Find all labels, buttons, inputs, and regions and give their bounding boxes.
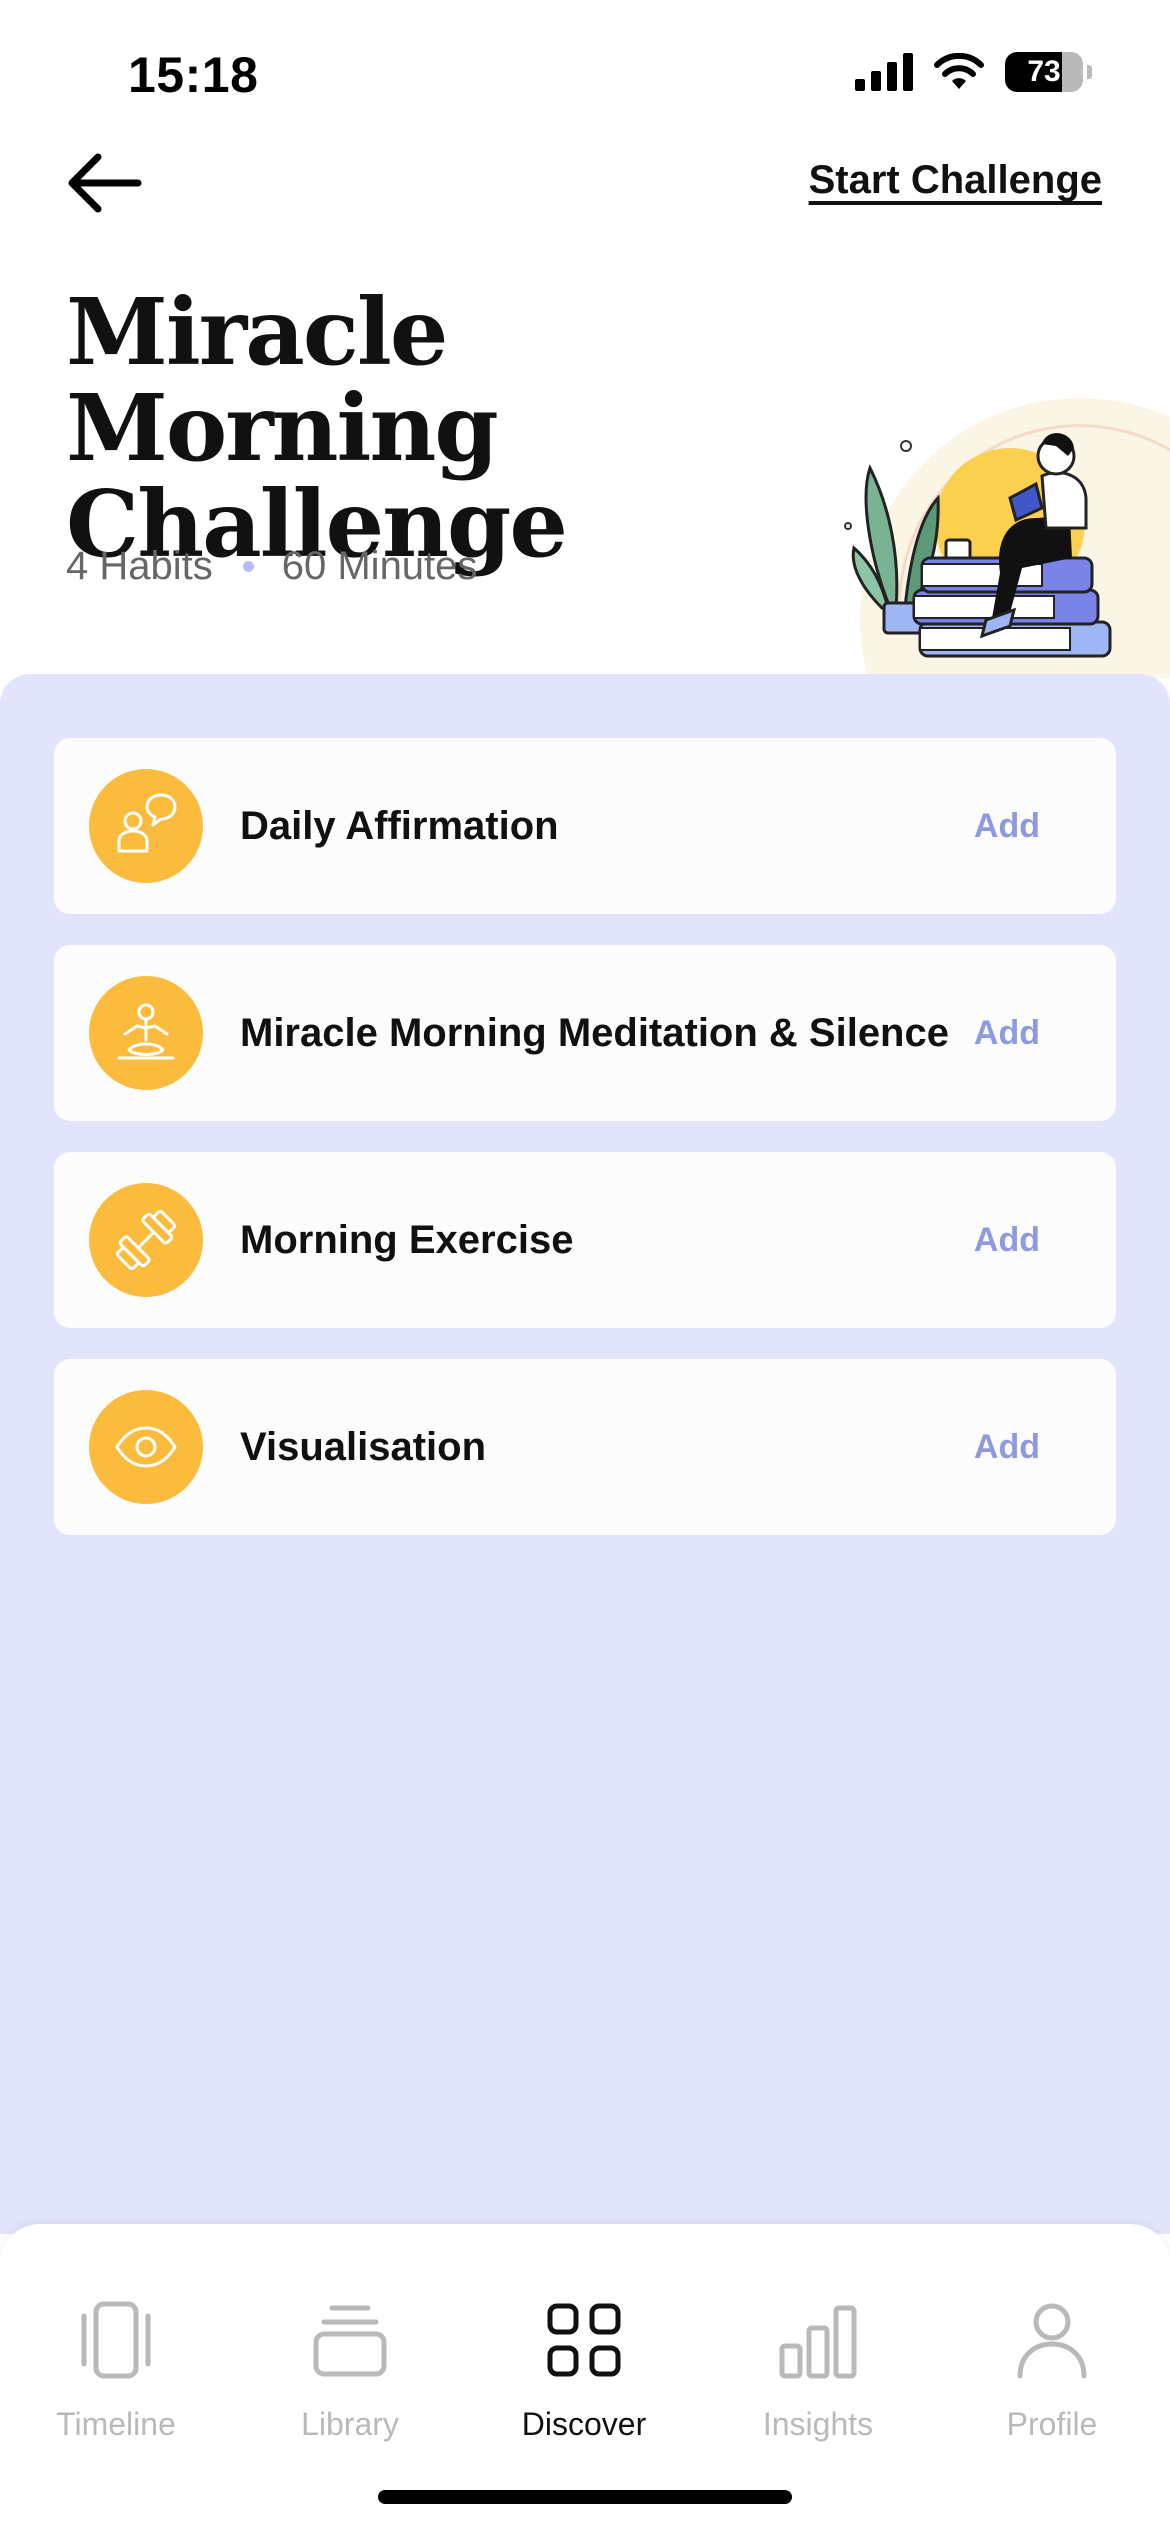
library-icon (313, 2305, 387, 2377)
dumbbell-icon (89, 1183, 203, 1297)
tab-library[interactable]: Library (250, 2224, 450, 2454)
person-icon (1017, 2303, 1087, 2379)
habit-card[interactable]: Miracle Morning Meditation & Silence Add (54, 945, 1116, 1121)
status-bar: 15:18 73 (0, 0, 1170, 150)
meta-separator-dot (242, 561, 254, 572)
status-icons: 73 (855, 52, 1092, 92)
wifi-icon (934, 53, 984, 89)
affirmation-icon (89, 769, 203, 883)
battery-level: 73 (1027, 55, 1061, 88)
habit-name: Visualisation (240, 1424, 487, 1469)
start-challenge-link[interactable]: Start Challenge (809, 158, 1102, 203)
page-title: Miracle Morning Challenge (66, 278, 568, 578)
habits-count: 4 Habits (66, 544, 213, 588)
duration: 60 Minutes (281, 544, 478, 588)
habit-card[interactable]: Visualisation Add (54, 1359, 1116, 1535)
tab-label: Profile (1006, 2406, 1098, 2442)
habit-name: Miracle Morning Meditation & Silence (240, 1010, 949, 1055)
add-button[interactable]: Add (974, 1359, 1040, 1535)
tab-discover[interactable]: Discover (484, 2224, 684, 2454)
tab-label: Discover (521, 2406, 647, 2442)
meditation-icon (89, 976, 203, 1090)
habit-list: Daily Affirmation Add Miracle Morning Me… (54, 738, 1116, 1566)
arrow-left-icon (68, 153, 142, 213)
discover-grid-icon (547, 2303, 621, 2377)
tab-label: Library (301, 2406, 399, 2442)
tab-label: Timeline (56, 2406, 176, 2442)
habit-card[interactable]: Daily Affirmation Add (54, 738, 1116, 914)
habit-name: Daily Affirmation (240, 803, 559, 848)
add-button[interactable]: Add (974, 1152, 1040, 1328)
tab-label: Insights (762, 2406, 874, 2442)
add-button[interactable]: Add (974, 945, 1040, 1121)
challenge-meta: 4 Habits 60 Minutes (66, 544, 477, 589)
add-button[interactable]: Add (974, 738, 1040, 914)
eye-icon (89, 1390, 203, 1504)
habit-name: Morning Exercise (240, 1217, 574, 1262)
battery-indicator: 73 (1005, 52, 1083, 92)
tab-timeline[interactable]: Timeline (16, 2224, 216, 2454)
habits-panel: Daily Affirmation Add Miracle Morning Me… (0, 674, 1170, 2234)
bar-chart-icon (779, 2305, 857, 2379)
tab-insights[interactable]: Insights (718, 2224, 918, 2454)
timeline-icon (81, 2301, 151, 2379)
battery-cap (1087, 65, 1092, 79)
home-indicator[interactable] (378, 2490, 792, 2504)
cellular-signal-icon (855, 53, 913, 91)
tab-bar: Timeline Library Discover Insights Profi… (0, 2224, 1170, 2532)
reading-person-illustration (844, 398, 1170, 678)
status-time: 15:18 (128, 47, 259, 103)
tab-profile[interactable]: Profile (952, 2224, 1152, 2454)
back-button[interactable] (64, 150, 144, 216)
habit-card[interactable]: Morning Exercise Add (54, 1152, 1116, 1328)
